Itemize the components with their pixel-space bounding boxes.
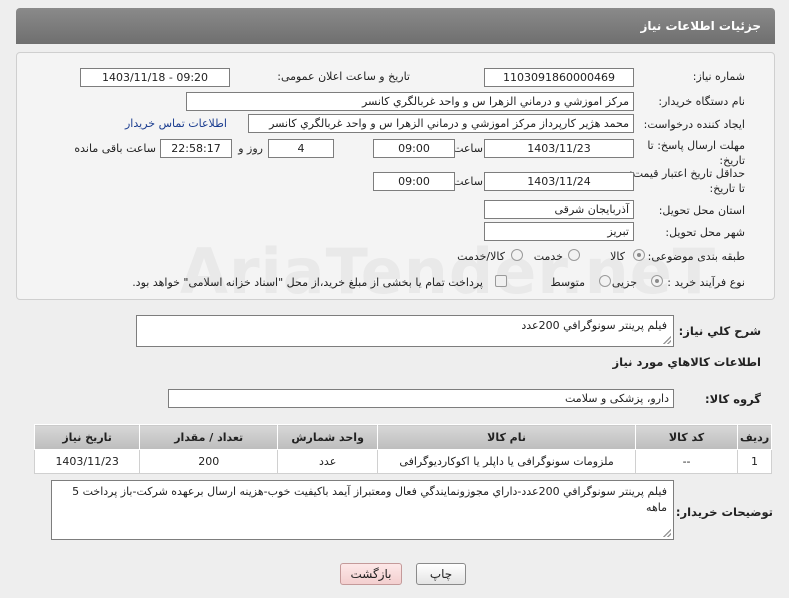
category-goods-label: کالا (610, 250, 625, 263)
process-small-radio[interactable] (651, 275, 663, 287)
payment-note: پرداخت تمام یا بخشی از مبلغ خرید،از محل … (132, 276, 483, 289)
treasury-payment-checkbox[interactable] (495, 275, 507, 287)
description-text: فيلم پرينتر سونوگرافي 200عدد (521, 319, 667, 332)
price-time-field: 09:00 (373, 172, 455, 191)
price-date-field: 1403/11/24 (484, 172, 634, 191)
goods-group-field: دارو، پزشکی و سلامت (168, 389, 674, 408)
buyer-org-label: نام دستگاه خریدار: (658, 95, 745, 108)
description-field: فيلم پرينتر سونوگرافي 200عدد (136, 315, 674, 347)
creator-field: محمد هژير کارپرداز مرکز اموزشي و درماني … (248, 114, 634, 133)
cell-qty: 200 (139, 449, 279, 474)
col-unit: واحد شمارش (277, 424, 379, 450)
cell-unit: عدد (277, 449, 379, 474)
cell-code: -- (634, 449, 739, 474)
back-button[interactable]: بازگشت (340, 563, 402, 585)
col-row: ردیف (737, 424, 772, 450)
goods-group-label: گروه کالا: (705, 392, 761, 406)
category-service-radio[interactable] (568, 249, 580, 261)
print-button[interactable]: چاپ (416, 563, 466, 585)
goods-info-title: اطلاعات کالاهاي مورد نياز (612, 355, 761, 369)
remaining-time-field: 22:58:17 (160, 139, 232, 158)
buyer-notes-field: فيلم پرينتر سونوگرافي 200عدد-داراي مجوزو… (51, 480, 674, 540)
cell-row: 1 (737, 449, 772, 474)
price-time-label: ساعت (453, 175, 483, 188)
table-header-row: ردیف کد کالا نام کالا واحد شمارش تعداد /… (33, 424, 772, 450)
buyer-org-field: مرکز اموزشي و درماني الزهرا س و واحد غرب… (186, 92, 634, 111)
province-label: استان محل تحویل: (658, 204, 745, 217)
resize-grip-icon[interactable] (663, 336, 671, 344)
page-header: جزئیات اطلاعات نیاز (16, 8, 775, 44)
announce-field: 1403/11/18 - 09:20 (80, 68, 230, 87)
page-title: جزئیات اطلاعات نیاز (640, 19, 761, 33)
process-medium-label: متوسط (550, 276, 585, 289)
remaining-label: ساعت باقی مانده (74, 142, 156, 155)
category-service-label: خدمت (533, 250, 563, 263)
resize-grip-icon[interactable] (663, 529, 671, 537)
process-small-label: جزیی (611, 276, 637, 289)
category-goods-service-label: کالا/خدمت (457, 250, 505, 263)
table-row: 1 -- ملزومات سونوگرافی یا داپلر یا اکوکا… (33, 449, 772, 474)
province-field: آذربایجان شرقی (484, 200, 634, 219)
items-table: ردیف کد کالا نام کالا واحد شمارش تعداد /… (33, 424, 772, 474)
process-medium-radio[interactable] (599, 275, 611, 287)
price-validity-label: حداقل تاریخ اعتبار قیمت: تا تاریخ: (629, 167, 745, 195)
col-qty: تعداد / مقدار (139, 424, 279, 450)
reply-time-label: ساعت (453, 142, 483, 155)
days-field: 4 (268, 139, 334, 158)
category-goods-service-radio[interactable] (511, 249, 523, 261)
buyer-contact-link[interactable]: اطلاعات تماس خریدار (125, 117, 227, 130)
reply-deadline-label: مهلت ارسال پاسخ: تا تاریخ: (647, 139, 745, 167)
days-label: روز و (238, 142, 263, 155)
description-label: شرح کلي نياز: (678, 324, 761, 338)
creator-label: ایجاد کننده درخواست: (643, 118, 745, 131)
col-date: تاریخ نیاز (33, 424, 141, 450)
reply-date-field: 1403/11/23 (484, 139, 634, 158)
buyer-notes-label: توضیحات خریدار: (675, 505, 773, 519)
city-label: شهر محل تحویل: (665, 226, 745, 239)
col-code: کد کالا (634, 424, 739, 450)
cell-name: ملزومات سونوگرافی یا داپلر یا اکوکاردیوگ… (377, 449, 636, 474)
process-label: نوع فرآیند خرید : (667, 276, 745, 289)
city-field: تبریز (484, 222, 634, 241)
buyer-notes-text: فيلم پرينتر سونوگرافي 200عدد-داراي مجوزو… (72, 485, 667, 514)
cell-date: 1403/11/23 (33, 449, 141, 474)
announce-label: تاریخ و ساعت اعلان عمومی: (277, 70, 410, 83)
reply-time-field: 09:00 (373, 139, 455, 158)
category-goods-radio[interactable] (633, 249, 645, 261)
col-name: نام کالا (377, 424, 636, 450)
need-number-label: شماره نیاز: (692, 70, 745, 83)
need-number-field: 1103091860000469 (484, 68, 634, 87)
category-label: طبقه بندی موضوعی: (647, 250, 745, 263)
